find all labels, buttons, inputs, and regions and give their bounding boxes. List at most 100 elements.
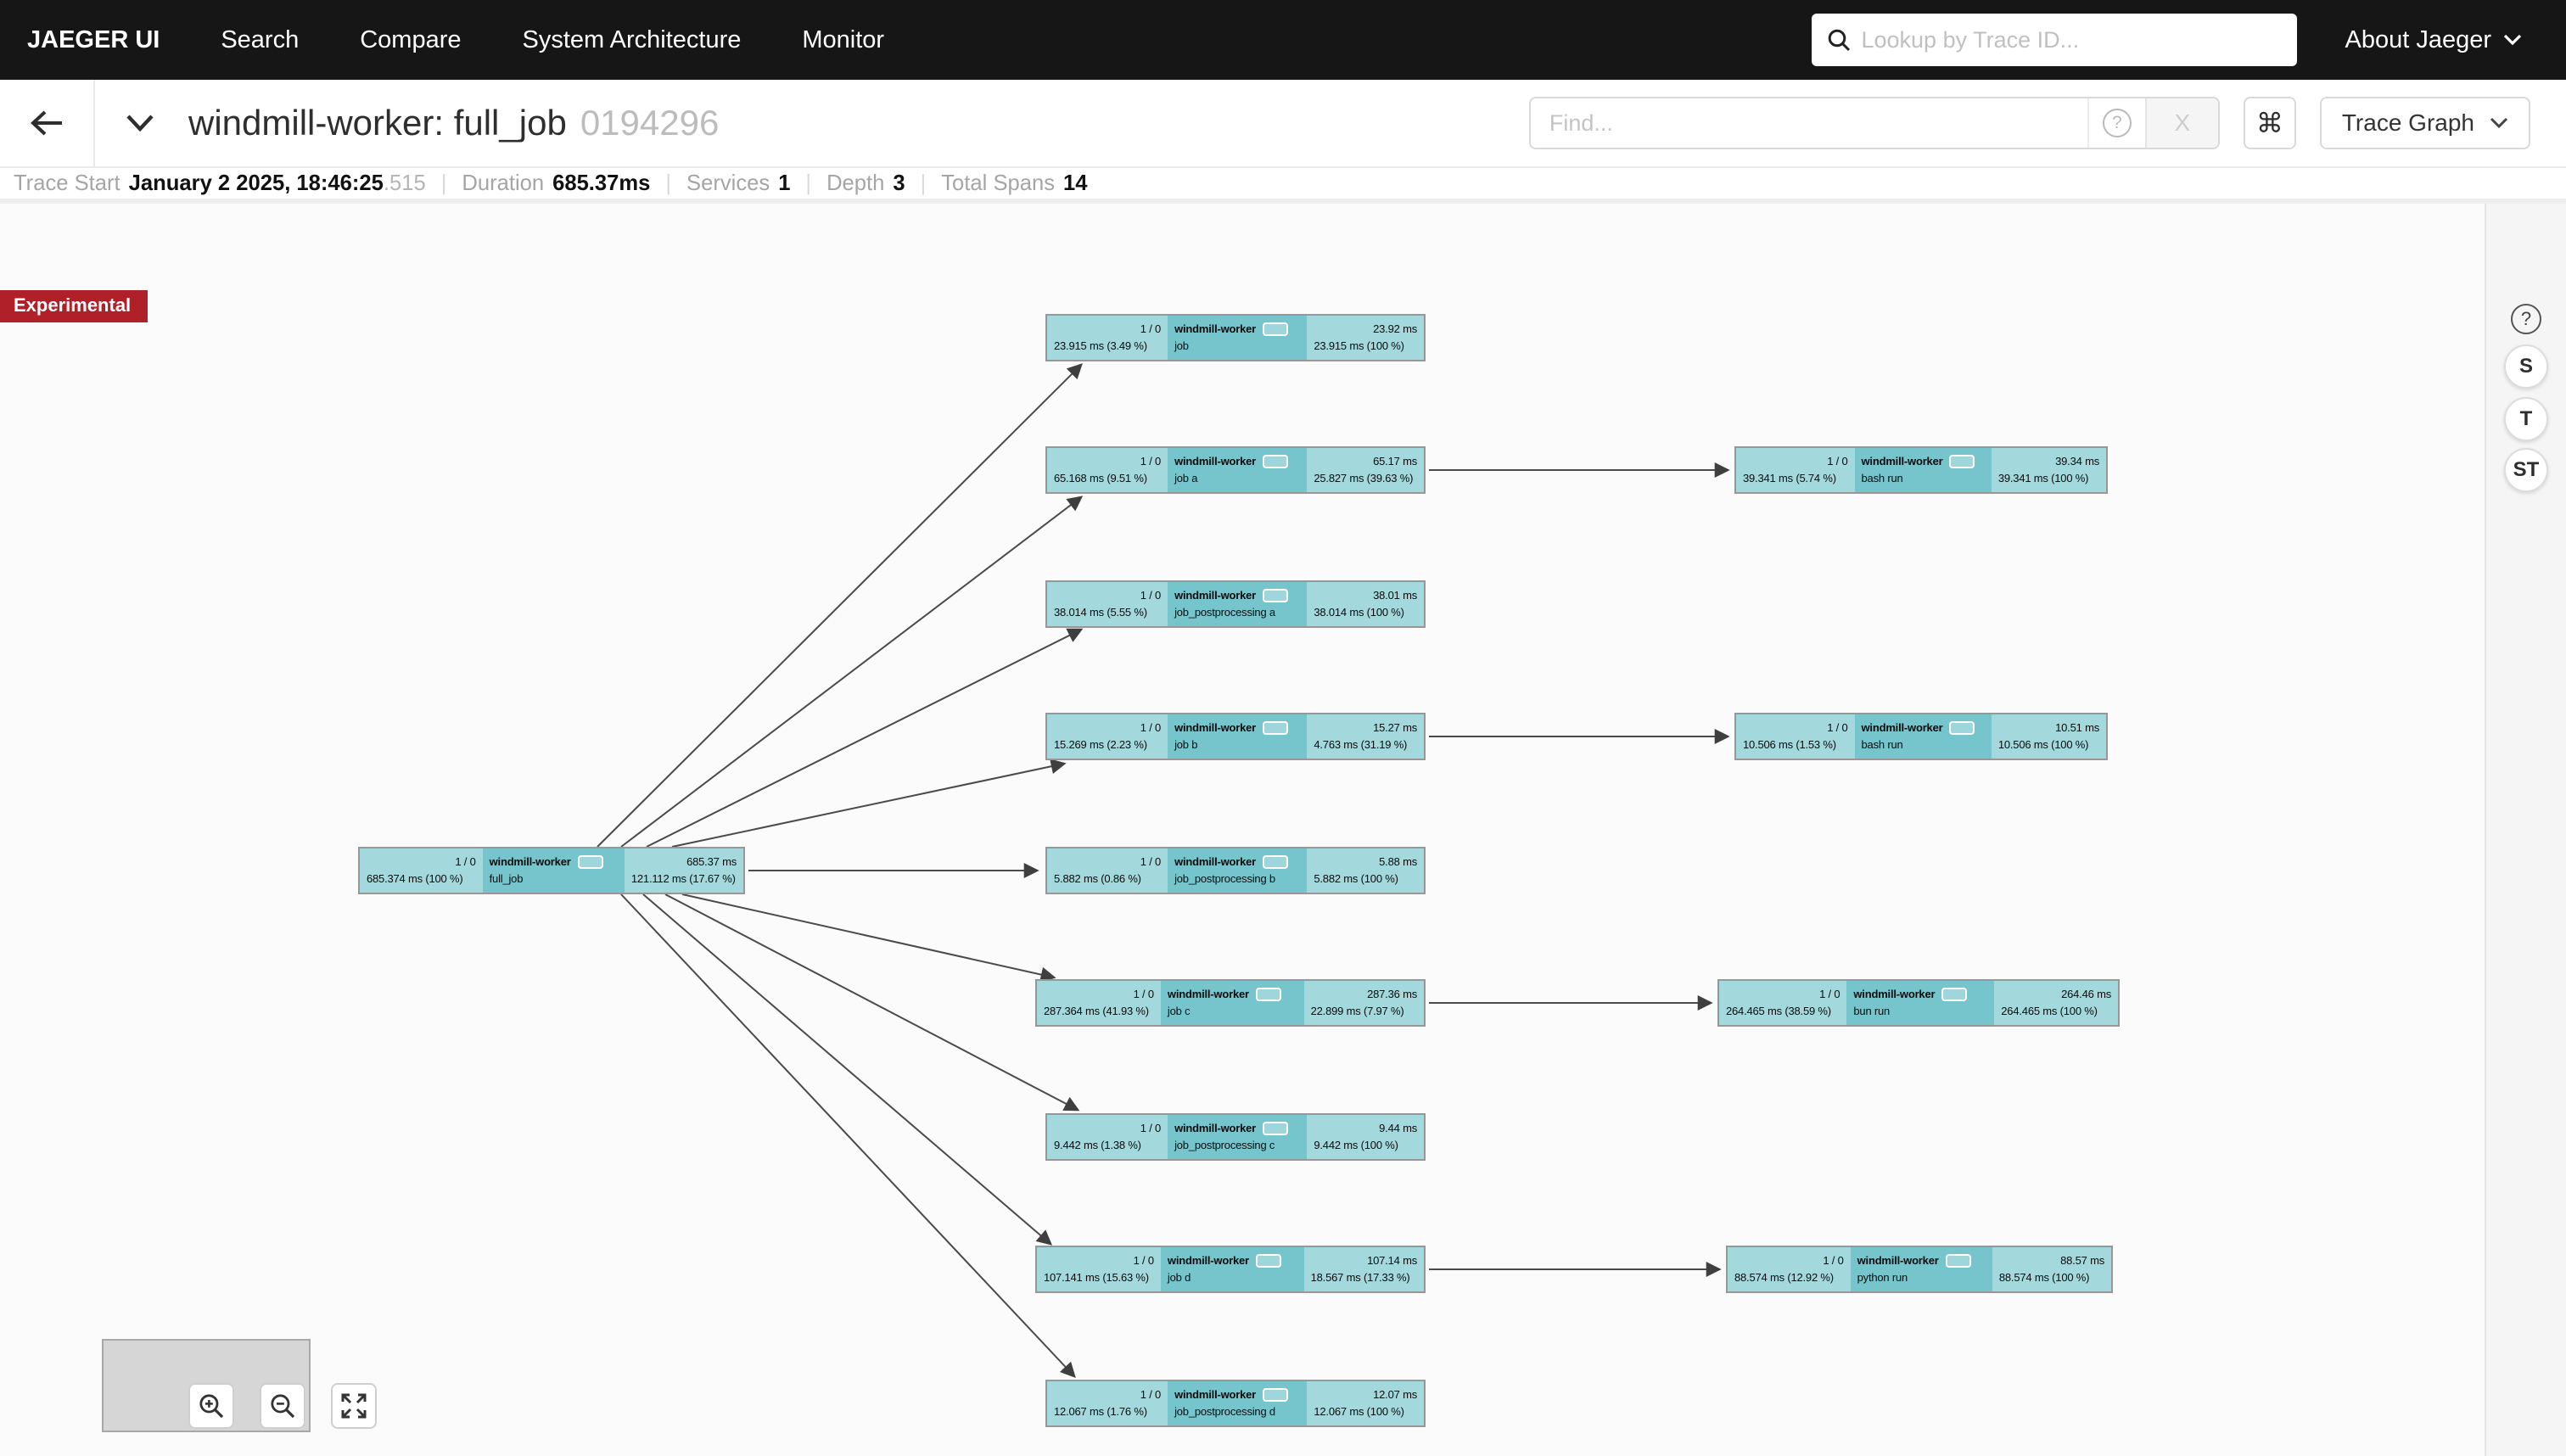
experimental-badge: Experimental bbox=[0, 290, 148, 322]
about-jaeger-menu[interactable]: About Jaeger bbox=[2345, 26, 2522, 54]
nav-item-compare[interactable]: Compare bbox=[329, 26, 491, 54]
node-chip[interactable] bbox=[1263, 721, 1288, 735]
span-node-job-c[interactable]: 1 / 0287.364 ms (41.93 %)windmill-worker… bbox=[1035, 979, 1426, 1027]
span-node-job-a[interactable]: 1 / 065.168 ms (9.51 %)windmill-workerjo… bbox=[1045, 446, 1426, 494]
collapse-header-button[interactable] bbox=[126, 115, 154, 132]
find-help-button[interactable]: ? bbox=[2087, 98, 2145, 148]
expand-arrows-icon bbox=[341, 1393, 367, 1419]
span-node-job-b[interactable]: 1 / 015.269 ms (2.23 %)windmill-workerjo… bbox=[1045, 713, 1426, 760]
trace-start-value: January 2 2025, 18:46:25 bbox=[129, 171, 384, 196]
zoom-in-icon bbox=[199, 1393, 224, 1419]
trace-view-dropdown[interactable]: Trace Graph bbox=[2320, 97, 2530, 149]
span-node-full-job[interactable]: 1 / 0685.374 ms (100 %)windmill-workerfu… bbox=[358, 847, 745, 894]
span-node-times: 12.07 ms12.067 ms (100 %) bbox=[1307, 1381, 1424, 1425]
node-chip[interactable] bbox=[1256, 1254, 1281, 1268]
node-chip[interactable] bbox=[1263, 1388, 1288, 1402]
toggle-selftime-time-button[interactable]: ST bbox=[2504, 448, 2548, 492]
span-node-counts: 1 / 038.014 ms (5.55 %) bbox=[1047, 582, 1168, 626]
trace-meta-bar: Trace StartJanuary 2 2025, 18:46:25.515 … bbox=[0, 168, 2566, 204]
total-spans-label: Total Spans bbox=[941, 171, 1055, 196]
trace-view-label: Trace Graph bbox=[2342, 109, 2474, 137]
services-label: Services bbox=[686, 171, 770, 196]
span-node-counts: 1 / 088.574 ms (12.92 %) bbox=[1728, 1247, 1851, 1291]
node-chip[interactable] bbox=[1946, 1254, 1971, 1268]
node-chip[interactable] bbox=[1263, 855, 1288, 869]
help-button[interactable]: ? bbox=[2511, 304, 2541, 334]
node-chip[interactable] bbox=[1256, 988, 1281, 1001]
span-node-python-run[interactable]: 1 / 088.574 ms (12.92 %)windmill-workerp… bbox=[1726, 1246, 2113, 1293]
toggle-self-time-button[interactable]: S bbox=[2504, 344, 2548, 389]
node-chip[interactable] bbox=[1263, 322, 1288, 336]
span-node-counts: 1 / 015.269 ms (2.23 %) bbox=[1047, 714, 1168, 759]
jaeger-trace-graph-page: JAEGER UI Search Compare System Architec… bbox=[0, 0, 2566, 1456]
node-chip[interactable] bbox=[1263, 1122, 1288, 1135]
trace-start-label: Trace Start bbox=[14, 171, 120, 196]
span-node-service: windmill-workerjob bbox=[1168, 316, 1307, 360]
span-node-bash-run[interactable]: 1 / 039.341 ms (5.74 %)windmill-workerba… bbox=[1734, 446, 2108, 494]
span-node-counts: 1 / 05.882 ms (0.86 %) bbox=[1047, 848, 1168, 893]
zoom-out-button[interactable] bbox=[260, 1383, 305, 1429]
span-node-counts: 1 / 012.067 ms (1.76 %) bbox=[1047, 1381, 1168, 1425]
span-node-job-postprocessing-c[interactable]: 1 / 09.442 ms (1.38 %)windmill-workerjob… bbox=[1045, 1113, 1426, 1161]
span-node-times: 15.27 ms4.763 ms (31.19 %) bbox=[1307, 714, 1424, 759]
trace-id-lookup-input[interactable] bbox=[1861, 27, 2282, 53]
span-node-times: 685.37 ms121.112 ms (17.67 %) bbox=[625, 848, 743, 893]
nav-item-system-architecture[interactable]: System Architecture bbox=[492, 26, 772, 54]
node-chip[interactable] bbox=[1263, 455, 1288, 468]
span-node-service: windmill-workerfull_job bbox=[483, 848, 625, 893]
span-node-bash-run[interactable]: 1 / 010.506 ms (1.53 %)windmill-workerba… bbox=[1734, 713, 2108, 760]
span-node-job-postprocessing-a[interactable]: 1 / 038.014 ms (5.55 %)windmill-workerjo… bbox=[1045, 580, 1426, 628]
span-node-times: 10.51 ms10.506 ms (100 %) bbox=[1992, 714, 2106, 759]
nav-item-search[interactable]: Search bbox=[190, 26, 329, 54]
chevron-down-icon bbox=[2490, 117, 2508, 129]
span-node-times: 38.01 ms38.014 ms (100 %) bbox=[1307, 582, 1424, 626]
back-button[interactable] bbox=[0, 80, 95, 166]
depth-value: 3 bbox=[893, 171, 905, 196]
span-node-job-postprocessing-d[interactable]: 1 / 012.067 ms (1.76 %)windmill-workerjo… bbox=[1045, 1380, 1426, 1427]
span-node-times: 107.14 ms18.567 ms (17.33 %) bbox=[1304, 1247, 1424, 1291]
span-node-job-postprocessing-b[interactable]: 1 / 05.882 ms (0.86 %)windmill-workerjob… bbox=[1045, 847, 1426, 894]
toggle-time-button[interactable]: T bbox=[2504, 397, 2548, 441]
chevron-down-icon bbox=[2503, 34, 2522, 46]
span-node-counts: 1 / 0107.141 ms (15.63 %) bbox=[1037, 1247, 1161, 1291]
keyboard-shortcuts-button[interactable]: ⌘ bbox=[2244, 97, 2296, 149]
span-node-service: windmill-workerjob_postprocessing a bbox=[1168, 582, 1307, 626]
span-node-counts: 1 / 023.915 ms (3.49 %) bbox=[1047, 316, 1168, 360]
chevron-down-icon bbox=[126, 115, 154, 132]
services-value: 1 bbox=[778, 171, 790, 196]
span-node-service: windmill-workerjob_postprocessing d bbox=[1168, 1381, 1307, 1425]
span-node-times: 5.88 ms5.882 ms (100 %) bbox=[1307, 848, 1424, 893]
node-chip[interactable] bbox=[1941, 988, 1967, 1001]
trace-id-lookup bbox=[1812, 14, 2297, 66]
command-icon: ⌘ bbox=[2256, 107, 2283, 139]
trace-title-text: windmill-worker: full_job bbox=[188, 103, 567, 143]
span-node-counts: 1 / 065.168 ms (9.51 %) bbox=[1047, 448, 1168, 492]
span-node-job-d[interactable]: 1 / 0107.141 ms (15.63 %)windmill-worker… bbox=[1035, 1246, 1426, 1293]
span-node-counts: 1 / 039.341 ms (5.74 %) bbox=[1736, 448, 1855, 492]
total-spans-value: 14 bbox=[1063, 171, 1087, 196]
span-node-bun-run[interactable]: 1 / 0264.465 ms (38.59 %)windmill-worker… bbox=[1717, 979, 2120, 1027]
node-chip[interactable] bbox=[1949, 455, 1975, 468]
node-chip[interactable] bbox=[1949, 721, 1975, 735]
fit-view-button[interactable] bbox=[331, 1383, 377, 1429]
find-input[interactable] bbox=[1531, 98, 2087, 148]
duration-value: 685.37ms bbox=[552, 171, 650, 196]
nav-item-monitor[interactable]: Monitor bbox=[771, 26, 915, 54]
span-node-job[interactable]: 1 / 023.915 ms (3.49 %)windmill-workerjo… bbox=[1045, 314, 1426, 361]
span-node-service: windmill-workerpython run bbox=[1851, 1247, 1992, 1291]
node-chip[interactable] bbox=[1263, 589, 1288, 602]
find-clear-button[interactable]: X bbox=[2145, 98, 2218, 148]
span-node-counts: 1 / 010.506 ms (1.53 %) bbox=[1736, 714, 1855, 759]
trace-graph-canvas[interactable]: Experimental 1 / 0685.374 ms (100 %)wind… bbox=[0, 204, 2566, 1456]
find-group: ? X bbox=[1529, 97, 2220, 149]
arrow-left-icon bbox=[30, 109, 64, 137]
span-node-service: windmill-workerjob_postprocessing c bbox=[1168, 1115, 1307, 1159]
zoom-in-button[interactable] bbox=[188, 1383, 234, 1429]
trace-id: 0194296 bbox=[580, 103, 720, 143]
span-node-counts: 1 / 09.442 ms (1.38 %) bbox=[1047, 1115, 1168, 1159]
brand-jaeger-ui[interactable]: JAEGER UI bbox=[0, 26, 190, 54]
graph-sidebar: ? S T ST bbox=[2485, 204, 2566, 1456]
span-node-times: 88.57 ms88.574 ms (100 %) bbox=[1992, 1247, 2111, 1291]
trace-header: windmill-worker: full_job 0194296 ? X ⌘ T… bbox=[0, 80, 2566, 168]
node-chip[interactable] bbox=[578, 855, 603, 869]
